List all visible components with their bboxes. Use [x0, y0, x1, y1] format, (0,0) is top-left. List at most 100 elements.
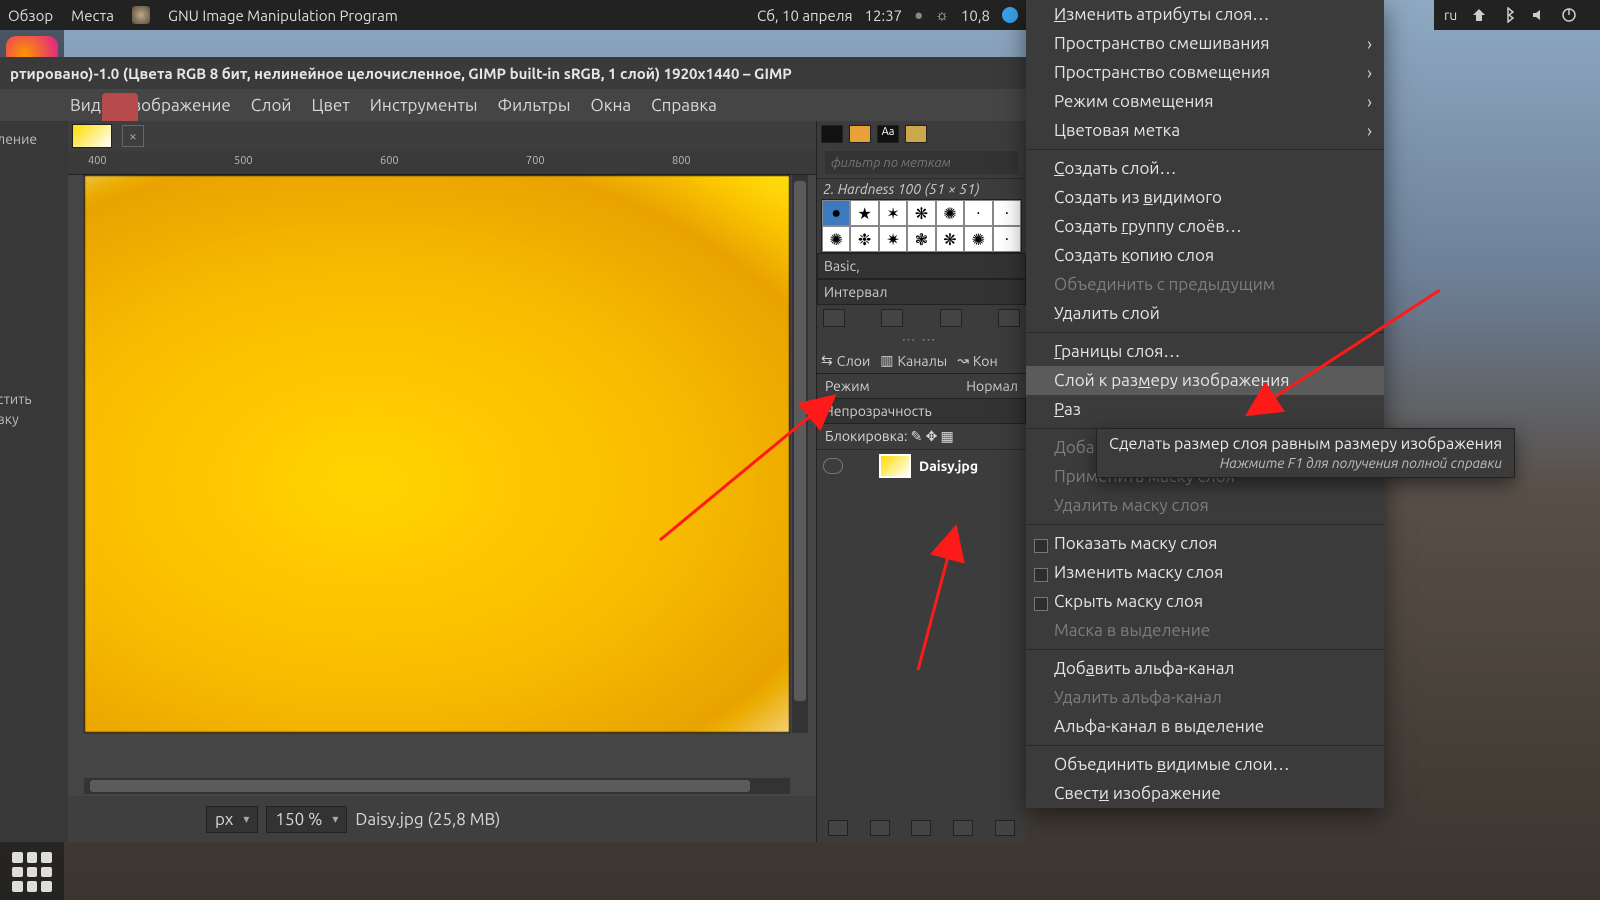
nautilus-icon-behind	[102, 93, 138, 123]
layer-down-icon[interactable]	[953, 820, 973, 836]
layer-context-menu[interactable]: Изменить атрибуты слоя…Пространство смеш…	[1026, 0, 1384, 808]
dock-grip[interactable]: ⋯⋯	[817, 331, 1026, 348]
tooltip: Сделать размер слоя равным размеру изобр…	[1096, 428, 1515, 478]
layers-toolbar	[817, 820, 1026, 836]
eye-icon[interactable]	[823, 458, 843, 474]
panel-places[interactable]: Места	[71, 7, 114, 24]
menu-filters[interactable]: Фильтры	[498, 96, 571, 115]
menu-tools[interactable]: Инструменты	[370, 96, 478, 115]
menu-item[interactable]: Скрыть маску слоя	[1026, 587, 1384, 616]
layer-opacity[interactable]: Непрозрачность	[817, 398, 1026, 424]
layer-group-icon[interactable]	[870, 820, 890, 836]
tab-fonts-icon[interactable]: Aa	[877, 125, 899, 143]
brush-dup-icon[interactable]	[940, 309, 962, 327]
brush-filter-input[interactable]	[825, 151, 1018, 174]
lock-paint-icon[interactable]: ✎	[911, 428, 926, 444]
panel-app-title: GNU Image Manipulation Program	[168, 7, 398, 24]
menu-item[interactable]: Цветовая метка	[1026, 116, 1384, 145]
weather-icon: ☼	[935, 6, 949, 24]
menu-item[interactable]: Слой к размеру изображения	[1026, 366, 1384, 395]
bluetooth-icon[interactable]	[1501, 7, 1517, 23]
menu-item[interactable]: Альфа-канал в выделение	[1026, 712, 1384, 741]
tab-patterns-icon[interactable]	[821, 125, 843, 143]
menu-item[interactable]: Изменить атрибуты слоя…	[1026, 0, 1384, 29]
qbit-icon[interactable]	[1002, 7, 1018, 23]
unit-select[interactable]: px	[206, 806, 258, 833]
volume-icon[interactable]	[1531, 7, 1547, 23]
menu-item[interactable]: Раз	[1026, 395, 1384, 424]
brush-toolbar	[817, 305, 1026, 331]
menu-item[interactable]: Объединить видимые слои…	[1026, 750, 1384, 779]
network-icon[interactable]	[1471, 7, 1487, 23]
menu-help[interactable]: Справка	[651, 96, 717, 115]
panel-date: Сб, 10 апреля	[757, 7, 853, 24]
layer-mode-value[interactable]: Нормал	[966, 378, 1018, 394]
lock-alpha-icon[interactable]: ▦	[941, 428, 954, 444]
panel-overview[interactable]: Обзор	[8, 7, 53, 24]
brush-grid[interactable]: ●★✶❋✺·· ✺❉✷❃❋✺·	[821, 199, 1022, 253]
brush-interval[interactable]: Интервал	[817, 279, 1026, 305]
gimp-menubar[interactable]: Вид Изображение Слой Цвет Инструменты Фи…	[0, 89, 1026, 121]
leftstrip-text1: ление	[0, 131, 37, 147]
menu-item: Объединить с предыдущим	[1026, 270, 1384, 299]
menu-item[interactable]: Свести изображение	[1026, 779, 1384, 808]
panel-lang[interactable]: ru	[1444, 7, 1457, 23]
tab-history-icon[interactable]	[905, 125, 927, 143]
ruler-mark: 800	[672, 155, 691, 167]
statusbar: px 150 % Daisy.jpg (25,8 MB)	[68, 796, 816, 842]
tab-paths[interactable]: ↝ Кон	[957, 352, 997, 369]
brush-edit-icon[interactable]	[823, 309, 845, 327]
zoom-select[interactable]: 150 %	[266, 806, 347, 833]
menu-windows[interactable]: Окна	[591, 96, 632, 115]
tab-close-icon[interactable]: ×	[122, 125, 144, 147]
tab-channels[interactable]: ▥ Каналы	[880, 352, 947, 369]
menu-item[interactable]: Пространство смешивания	[1026, 29, 1384, 58]
brush-new-icon[interactable]	[881, 309, 903, 327]
lock-move-icon[interactable]: ✥	[926, 428, 941, 444]
scrollbar-horizontal[interactable]	[84, 778, 790, 794]
ruler-mark: 600	[380, 155, 399, 167]
menu-item[interactable]: Добавить альфа-канал	[1026, 654, 1384, 683]
power-icon[interactable]	[1561, 7, 1577, 23]
menu-item[interactable]: Создать из видимого	[1026, 183, 1384, 212]
menu-item: Удалить маску слоя	[1026, 491, 1384, 520]
ruler-mark: 400	[88, 155, 107, 167]
image-tab-thumb[interactable]	[72, 124, 112, 148]
menu-color[interactable]: Цвет	[312, 96, 350, 115]
leftstrip-text2: стить	[0, 391, 32, 407]
layer-dup-icon[interactable]	[995, 820, 1015, 836]
brush-del-icon[interactable]	[998, 309, 1020, 327]
menu-item[interactable]: Режим совмещения	[1026, 87, 1384, 116]
layer-name[interactable]: Daisy.jpg	[919, 458, 978, 474]
menu-view[interactable]: Вид	[70, 96, 101, 115]
layer-new-icon[interactable]	[828, 820, 848, 836]
brush-basic[interactable]: Basic,	[817, 253, 1026, 279]
ruler-mark: 500	[234, 155, 253, 167]
menu-item[interactable]: Создать копию слоя	[1026, 241, 1384, 270]
canvas-area[interactable]	[68, 175, 816, 763]
menu-item[interactable]: Пространство совмещения	[1026, 58, 1384, 87]
dock-apps-grid[interactable]	[12, 852, 52, 892]
tab-layers[interactable]: ⇆ Слои	[821, 352, 870, 369]
canvas-image[interactable]	[84, 175, 790, 733]
menu-item[interactable]: Создать слой…	[1026, 154, 1384, 183]
layer-thumb[interactable]	[879, 454, 911, 478]
scrollbar-vertical[interactable]	[792, 175, 808, 733]
menu-layer[interactable]: Слой	[251, 96, 292, 115]
leftstrip-text3: вку	[0, 411, 19, 427]
menu-item[interactable]: Изменить маску слоя	[1026, 558, 1384, 587]
layer-lock-row: Блокировка: ✎ ✥ ▦	[817, 424, 1026, 450]
gimp-window: ртировано)-1.0 (Цвета RGB 8 бит, нелиней…	[0, 57, 1026, 842]
menu-item: Удалить альфа-канал	[1026, 683, 1384, 712]
status-text: Daisy.jpg (25,8 MB)	[355, 810, 500, 829]
gimp-icon	[132, 6, 150, 24]
menu-item[interactable]: Удалить слой	[1026, 299, 1384, 328]
menu-item[interactable]: Создать группу слоёв…	[1026, 212, 1384, 241]
menu-item[interactable]: Границы слоя…	[1026, 337, 1384, 366]
dock-tabstrip[interactable]: Aa	[817, 121, 1026, 147]
gimp-titlebar[interactable]: ртировано)-1.0 (Цвета RGB 8 бит, нелиней…	[0, 57, 1026, 89]
menu-item[interactable]: Показать маску слоя	[1026, 529, 1384, 558]
tab-brushes-icon[interactable]	[849, 125, 871, 143]
layer-up-icon[interactable]	[911, 820, 931, 836]
layer-row[interactable]: Daisy.jpg	[817, 450, 1026, 482]
